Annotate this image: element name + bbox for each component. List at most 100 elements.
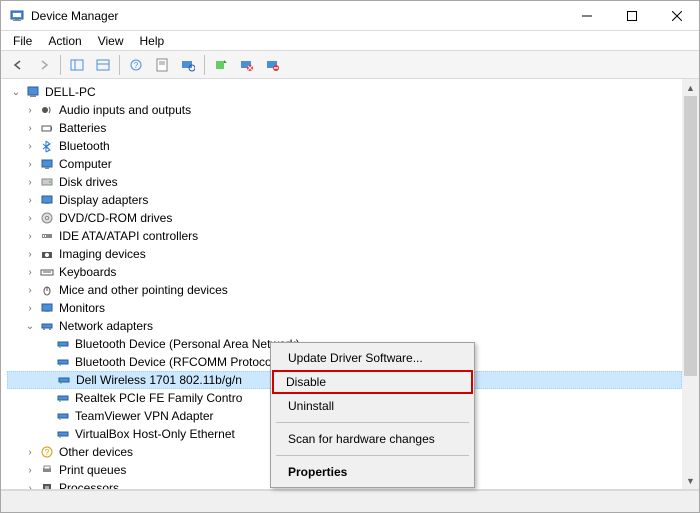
tree-category[interactable]: › Keyboards (7, 263, 682, 281)
console-tree-button[interactable] (65, 53, 89, 77)
mouse-icon (39, 282, 55, 298)
forward-button[interactable] (32, 53, 56, 77)
context-menu-item[interactable]: Scan for hardware changes (274, 427, 471, 451)
cpu-icon (39, 480, 55, 489)
chevron-right-icon[interactable]: › (23, 211, 37, 225)
tree-label: Mice and other pointing devices (59, 283, 228, 297)
context-menu: Update Driver Software...DisableUninstal… (270, 342, 475, 488)
back-button[interactable] (6, 53, 30, 77)
context-menu-item[interactable]: Disable (272, 370, 473, 394)
scroll-up-button[interactable]: ▲ (682, 79, 699, 96)
tree-label: Bluetooth (59, 139, 110, 153)
tree-category[interactable]: › IDE ATA/ATAPI controllers (7, 227, 682, 245)
chevron-right-icon[interactable]: › (23, 247, 37, 261)
tree-label: Dell Wireless 1701 802.11b/g/n (76, 373, 242, 387)
network-icon (39, 318, 55, 334)
network-adapter-icon (55, 336, 71, 352)
tree-label: Network adapters (59, 319, 153, 333)
menu-help[interactable]: Help (132, 32, 173, 50)
tree-category[interactable]: › Computer (7, 155, 682, 173)
network-adapter-icon (55, 408, 71, 424)
display-icon (39, 300, 55, 316)
tree-label: Display adapters (59, 193, 148, 207)
scan-hardware-button[interactable] (176, 53, 200, 77)
minimize-button[interactable] (564, 1, 609, 30)
properties-button[interactable] (150, 53, 174, 77)
menubar: File Action View Help (1, 31, 699, 51)
tree-label: IDE ATA/ATAPI controllers (59, 229, 198, 243)
scroll-down-button[interactable]: ▼ (682, 472, 699, 489)
chevron-right-icon[interactable]: › (23, 139, 37, 153)
chevron-right-icon[interactable]: › (23, 193, 37, 207)
maximize-button[interactable] (609, 1, 654, 30)
chevron-right-icon[interactable]: › (23, 445, 37, 459)
chevron-right-icon[interactable]: › (23, 463, 37, 477)
window-title: Device Manager (31, 9, 564, 23)
keyboard-icon (39, 264, 55, 280)
tree-label: Bluetooth Device (Personal Area Network) (75, 337, 300, 351)
context-menu-item[interactable]: Properties (274, 460, 471, 484)
details-button[interactable] (91, 53, 115, 77)
chevron-right-icon[interactable]: › (23, 229, 37, 243)
tree-category[interactable]: › Imaging devices (7, 245, 682, 263)
tree-label: Print queues (59, 463, 126, 477)
menu-file[interactable]: File (5, 32, 40, 50)
context-menu-item[interactable]: Update Driver Software... (274, 346, 471, 370)
disable-button[interactable] (261, 53, 285, 77)
tree-category[interactable]: ›Disk drives (7, 173, 682, 191)
tree-category[interactable]: › Display adapters (7, 191, 682, 209)
chevron-right-icon[interactable]: › (23, 103, 37, 117)
chevron-right-icon[interactable]: › (23, 157, 37, 171)
network-adapter-icon (56, 372, 72, 388)
context-menu-item[interactable]: Uninstall (274, 394, 471, 418)
tree-category[interactable]: › Bluetooth (7, 137, 682, 155)
tree-category[interactable]: ⌄ Network adapters (7, 317, 682, 335)
chevron-right-icon[interactable]: › (23, 175, 37, 189)
tree-label: DVD/CD-ROM drives (59, 211, 172, 225)
svg-text:?: ? (45, 448, 50, 457)
help-button[interactable]: ? (124, 53, 148, 77)
chevron-right-icon[interactable]: › (23, 265, 37, 279)
tree-category[interactable]: › Monitors (7, 299, 682, 317)
app-icon (9, 8, 25, 24)
tree-label: Imaging devices (59, 247, 146, 261)
battery-icon (39, 120, 55, 136)
scroll-track[interactable] (682, 96, 699, 472)
tree-category[interactable]: › DVD/CD-ROM drives (7, 209, 682, 227)
svg-text:?: ? (134, 61, 139, 70)
tree-label: VirtualBox Host-Only Ethernet (75, 427, 235, 441)
scroll-thumb[interactable] (684, 96, 697, 376)
update-driver-button[interactable] (209, 53, 233, 77)
camera-icon (39, 246, 55, 262)
disk-icon (39, 174, 55, 190)
chevron-right-icon[interactable]: › (23, 121, 37, 135)
chevron-down-icon[interactable]: ⌄ (9, 85, 23, 99)
tree-label: Computer (59, 157, 112, 171)
network-adapter-icon (55, 426, 71, 442)
statusbar (1, 490, 699, 512)
menu-action[interactable]: Action (40, 32, 89, 50)
close-button[interactable] (654, 1, 699, 30)
tree-category[interactable]: › Batteries (7, 119, 682, 137)
chevron-right-icon[interactable]: › (23, 301, 37, 315)
other-icon: ? (39, 444, 55, 460)
chevron-down-icon[interactable]: ⌄ (23, 319, 37, 333)
tree-label: Batteries (59, 121, 106, 135)
tree-label: Keyboards (59, 265, 116, 279)
menu-view[interactable]: View (90, 32, 132, 50)
tree-category[interactable]: ›Audio inputs and outputs (7, 101, 682, 119)
ide-icon (39, 228, 55, 244)
toolbar-separator (60, 55, 61, 75)
chevron-right-icon[interactable]: › (23, 481, 37, 489)
context-menu-separator (276, 422, 469, 423)
vertical-scrollbar[interactable]: ▲ ▼ (682, 79, 699, 489)
tree-root[interactable]: ⌄DELL-PC (7, 83, 682, 101)
chevron-right-icon[interactable]: › (23, 283, 37, 297)
tree-label: Monitors (59, 301, 105, 315)
uninstall-button[interactable] (235, 53, 259, 77)
context-menu-separator (276, 455, 469, 456)
printer-icon (39, 462, 55, 478)
display-icon (39, 192, 55, 208)
toolbar: ? (1, 51, 699, 79)
tree-category[interactable]: › Mice and other pointing devices (7, 281, 682, 299)
